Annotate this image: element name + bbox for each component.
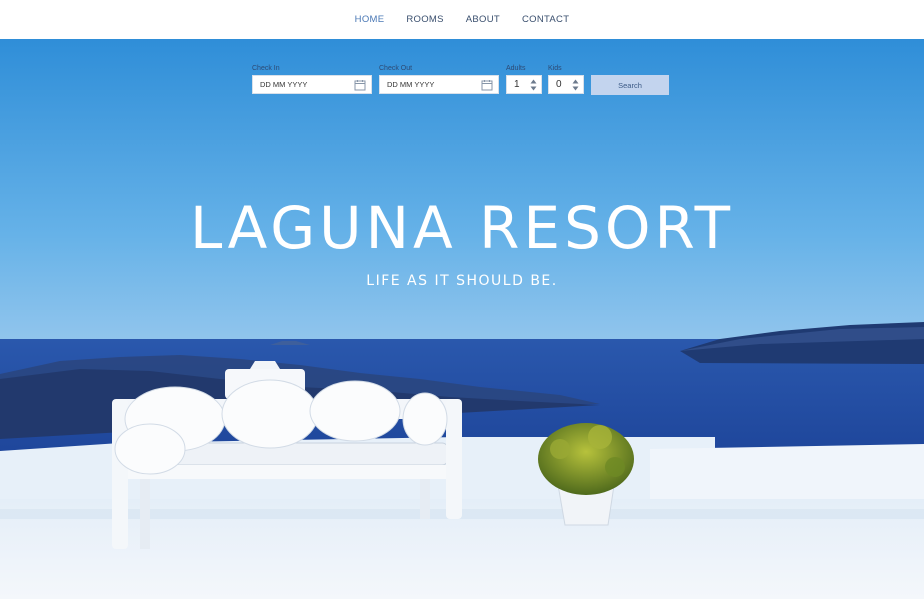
adults-stepper[interactable]: 1 bbox=[506, 75, 542, 94]
hero-title: LAGUNA RESORT bbox=[189, 194, 735, 262]
check-in-field[interactable]: DD MM YYYY bbox=[252, 75, 372, 94]
hero-section: Check In DD MM YYYY Check Out DD MM YYYY… bbox=[0, 39, 924, 599]
stepper-arrows-icon[interactable] bbox=[530, 78, 537, 92]
hero-background-image bbox=[0, 39, 924, 599]
nav-item-about[interactable]: ABOUT bbox=[466, 14, 500, 25]
adults-label: Adults bbox=[506, 65, 526, 72]
calendar-icon[interactable] bbox=[481, 79, 493, 91]
check-out-field[interactable]: DD MM YYYY bbox=[379, 75, 499, 94]
check-out-placeholder: DD MM YYYY bbox=[387, 80, 435, 89]
calendar-icon[interactable] bbox=[354, 79, 366, 91]
kids-stepper[interactable]: 0 bbox=[548, 75, 584, 94]
stepper-arrows-icon[interactable] bbox=[572, 78, 579, 92]
check-out-label: Check Out bbox=[379, 65, 413, 72]
nav-item-rooms[interactable]: ROOMS bbox=[406, 14, 443, 25]
check-in-placeholder: DD MM YYYY bbox=[260, 80, 308, 89]
top-nav: HOME ROOMS ABOUT CONTACT bbox=[0, 0, 924, 39]
hero-subtitle: LIFE AS IT SHOULD BE. bbox=[366, 273, 558, 289]
booking-form: Check In DD MM YYYY Check Out DD MM YYYY… bbox=[0, 63, 924, 103]
nav-item-contact[interactable]: CONTACT bbox=[522, 14, 569, 25]
kids-label: Kids bbox=[548, 65, 562, 72]
check-in-label: Check In bbox=[252, 65, 280, 72]
search-button[interactable]: Search bbox=[591, 75, 669, 95]
nav-item-home[interactable]: HOME bbox=[355, 14, 385, 25]
